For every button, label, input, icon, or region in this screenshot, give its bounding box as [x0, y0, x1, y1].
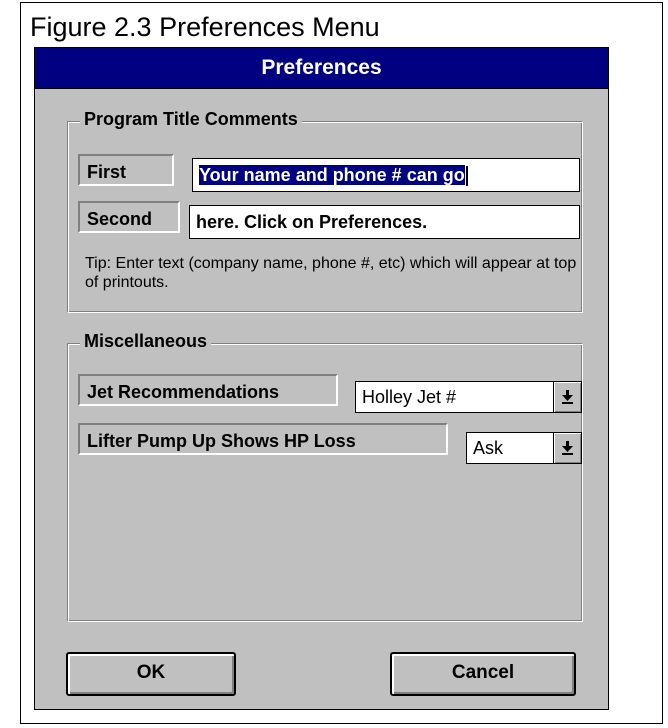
- program-title-group-label: Program Title Comments: [80, 109, 302, 130]
- jet-recommendations-label: Jet Recommendations: [78, 374, 338, 406]
- lifter-pump-up-value: Ask: [473, 438, 504, 458]
- jet-recommendations-value: Holley Jet #: [362, 387, 457, 407]
- preferences-dialog: Preferences Program Title Comments First…: [34, 47, 609, 710]
- second-label: Second: [78, 201, 180, 233]
- cancel-button[interactable]: Cancel: [390, 652, 576, 696]
- frame-tick-left: [34, 640, 35, 658]
- ok-button[interactable]: OK: [66, 652, 236, 696]
- dialog-title: Preferences: [35, 48, 608, 89]
- first-comment-input[interactable]: Your name and phone # can go: [192, 158, 580, 192]
- tip-text: Tip: Enter text (company name, phone #, …: [85, 255, 577, 291]
- dropdown-arrow-icon[interactable]: [553, 382, 581, 412]
- lifter-pump-up-select[interactable]: Ask: [466, 432, 582, 464]
- text-cursor: [465, 166, 468, 187]
- lifter-pump-up-label: Lifter Pump Up Shows HP Loss: [78, 423, 448, 455]
- figure-caption: Figure 2.3 Preferences Menu: [30, 12, 380, 42]
- miscellaneous-group-label: Miscellaneous: [80, 331, 212, 352]
- second-comment-input[interactable]: here. Click on Preferences.: [189, 205, 580, 239]
- first-label: First: [78, 154, 174, 186]
- jet-recommendations-select[interactable]: Holley Jet #: [355, 381, 582, 413]
- first-comment-text: Your name and phone # can go: [199, 165, 465, 185]
- dropdown-arrow-icon[interactable]: [553, 433, 581, 463]
- frame-tick-right: [608, 640, 609, 658]
